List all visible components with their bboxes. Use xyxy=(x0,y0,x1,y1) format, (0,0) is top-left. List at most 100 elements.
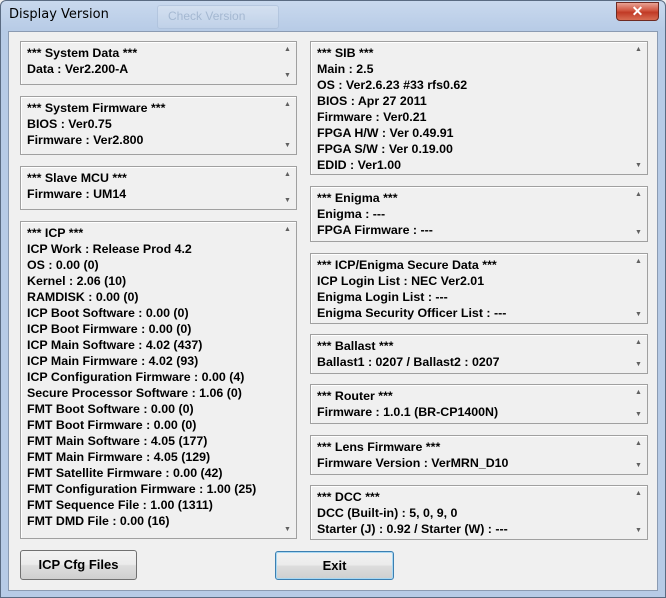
panel-line: Firmware : Ver2.800 xyxy=(27,133,144,147)
exit-button[interactable]: Exit xyxy=(275,551,394,580)
panel-line: FMT Main Software : 4.05 (177) xyxy=(27,434,208,448)
panel-scrollbar[interactable]: ▲ ▼ xyxy=(281,43,295,83)
panel-line: Starter (J) : 0.92 / Starter (W) : --- xyxy=(317,522,508,536)
panel-scrollbar[interactable]: ▲ ▼ xyxy=(632,188,646,240)
panel-line: Enigma Security Officer List : --- xyxy=(317,306,507,320)
display-version-window: Display Version Check Version ✕ *** Syst… xyxy=(0,0,666,598)
panel-line: *** System Firmware *** xyxy=(27,101,166,115)
scroll-down-icon[interactable]: ▼ xyxy=(635,311,642,319)
panel-line: *** System Data *** xyxy=(27,46,138,60)
panel-line: *** Ballast *** xyxy=(317,339,394,353)
panel-line: Kernel : 2.06 (10) xyxy=(27,274,127,288)
panel-text: *** Slave MCU *** Firmware : UM14 xyxy=(27,170,280,202)
panel-scrollbar[interactable]: ▲ ▼ xyxy=(281,98,295,153)
panel-scrollbar[interactable]: ▲ ▼ xyxy=(632,437,646,473)
panel-text: *** Lens Firmware *** Firmware Version : … xyxy=(317,439,631,471)
panel-line: *** DCC *** xyxy=(317,490,380,504)
scroll-down-icon[interactable]: ▼ xyxy=(635,229,642,237)
scroll-down-icon[interactable]: ▼ xyxy=(284,72,291,80)
secure-data-panel[interactable]: *** ICP/Enigma Secure Data *** ICP Login … xyxy=(310,253,648,324)
scroll-up-icon[interactable]: ▲ xyxy=(635,389,642,397)
scroll-down-icon[interactable]: ▼ xyxy=(635,527,642,535)
panel-line: *** ICP/Enigma Secure Data *** xyxy=(317,258,497,272)
panel-line: *** Enigma *** xyxy=(317,191,398,205)
dcc-panel[interactable]: *** DCC *** DCC (Built-in) : 5, 0, 9, 0 St… xyxy=(310,485,648,540)
scroll-up-icon[interactable]: ▲ xyxy=(284,46,291,54)
exit-button-label: Exit xyxy=(322,558,347,573)
background-window-tab-label: Check Version xyxy=(168,9,246,23)
scroll-down-icon[interactable]: ▼ xyxy=(284,526,291,534)
panel-scrollbar[interactable]: ▲ ▼ xyxy=(632,487,646,538)
panel-text: *** Ballast *** Ballast1 : 0207 / Ballast… xyxy=(317,338,631,370)
panel-line: Firmware : UM14 xyxy=(27,187,127,201)
panel-scrollbar[interactable]: ▲ ▼ xyxy=(281,168,295,208)
scroll-up-icon[interactable]: ▲ xyxy=(284,101,291,109)
panel-line: *** Slave MCU *** xyxy=(27,171,127,185)
panel-line: Firmware : Ver0.21 xyxy=(317,110,427,124)
panel-line: ICP Login List : NEC Ver2.01 xyxy=(317,274,485,288)
scroll-down-icon[interactable]: ▼ xyxy=(635,462,642,470)
panel-scrollbar[interactable]: ▲ ▼ xyxy=(281,223,295,537)
router-panel[interactable]: *** Router *** Firmware : 1.0.1 (BR-CP140… xyxy=(310,384,648,424)
scroll-down-icon[interactable]: ▼ xyxy=(635,411,642,419)
panel-line: DCC (Built-in) : 5, 0, 9, 0 xyxy=(317,506,458,520)
close-button[interactable]: ✕ xyxy=(616,2,659,21)
panel-line: Data : Ver2.200-A xyxy=(27,62,129,76)
scroll-down-icon[interactable]: ▼ xyxy=(284,197,291,205)
scroll-up-icon[interactable]: ▲ xyxy=(635,191,642,199)
sib-panel[interactable]: *** SIB *** Main : 2.5 OS : Ver2.6.23 #33 … xyxy=(310,41,648,175)
scroll-up-icon[interactable]: ▲ xyxy=(635,258,642,266)
scroll-up-icon[interactable]: ▲ xyxy=(635,440,642,448)
scroll-down-icon[interactable]: ▼ xyxy=(284,142,291,150)
panel-line: ICP Work : Release Prod 4.2 xyxy=(27,242,192,256)
scroll-up-icon[interactable]: ▲ xyxy=(635,46,642,54)
panel-line: FMT Sequence File : 1.00 (1311) xyxy=(27,498,213,512)
title-bar[interactable]: Display Version Check Version ✕ xyxy=(1,1,665,31)
panel-text: *** System Data *** Data : Ver2.200-A xyxy=(27,45,280,77)
panel-line: ICP Boot Software : 0.00 (0) xyxy=(27,306,189,320)
icp-cfg-files-button[interactable]: ICP Cfg Files xyxy=(20,550,137,580)
window-title: Display Version xyxy=(9,7,109,22)
panel-line: Ballast1 : 0207 / Ballast2 : 0207 xyxy=(317,355,500,369)
enigma-panel[interactable]: *** Enigma *** Enigma : --- FPGA Firmware … xyxy=(310,186,648,242)
background-window-tab: Check Version xyxy=(157,5,279,29)
panel-line: Secure Processor Software : 1.06 (0) xyxy=(27,386,242,400)
lens-firmware-panel[interactable]: *** Lens Firmware *** Firmware Version : … xyxy=(310,435,648,475)
panel-line: BIOS : Apr 27 2011 xyxy=(317,94,427,108)
slave-mcu-panel[interactable]: *** Slave MCU *** Firmware : UM14 ▲ ▼ xyxy=(20,166,297,210)
scroll-up-icon[interactable]: ▲ xyxy=(284,226,291,234)
panel-line: *** SIB *** xyxy=(317,46,374,60)
panel-line: FMT Boot Software : 0.00 (0) xyxy=(27,402,194,416)
scroll-up-icon[interactable]: ▲ xyxy=(635,339,642,347)
icp-cfg-files-button-label: ICP Cfg Files xyxy=(38,557,119,572)
scroll-up-icon[interactable]: ▲ xyxy=(635,490,642,498)
icp-panel[interactable]: *** ICP *** ICP Work : Release Prod 4.2 OS… xyxy=(20,221,297,539)
panel-text: *** Enigma *** Enigma : --- FPGA Firmware … xyxy=(317,190,631,238)
panel-scrollbar[interactable]: ▲ ▼ xyxy=(632,336,646,372)
panel-scrollbar[interactable]: ▲ ▼ xyxy=(632,386,646,422)
ballast-panel[interactable]: *** Ballast *** Ballast1 : 0207 / Ballast… xyxy=(310,334,648,374)
panel-line: Firmware Version : VerMRN_D10 xyxy=(317,456,509,470)
panel-scrollbar[interactable]: ▲ ▼ xyxy=(632,43,646,173)
system-firmware-panel[interactable]: *** System Firmware *** BIOS : Ver0.75 Fir… xyxy=(20,96,297,155)
panel-text: *** Router *** Firmware : 1.0.1 (BR-CP140… xyxy=(317,388,631,420)
panel-scrollbar[interactable]: ▲ ▼ xyxy=(632,255,646,322)
panel-line: ICP Configuration Firmware : 0.00 (4) xyxy=(27,370,245,384)
panel-line: ICP Boot Firmware : 0.00 (0) xyxy=(27,322,192,336)
scroll-down-icon[interactable]: ▼ xyxy=(635,361,642,369)
panel-line: FMT Boot Firmware : 0.00 (0) xyxy=(27,418,197,432)
scroll-down-icon[interactable]: ▼ xyxy=(635,162,642,170)
scroll-up-icon[interactable]: ▲ xyxy=(284,171,291,179)
panel-line: ICP Main Firmware : 4.02 (93) xyxy=(27,354,199,368)
system-data-panel[interactable]: *** System Data *** Data : Ver2.200-A ▲ ▼ xyxy=(20,41,297,85)
panel-line: FMT Satellite Firmware : 0.00 (42) xyxy=(27,466,223,480)
panel-text: *** DCC *** DCC (Built-in) : 5, 0, 9, 0 St… xyxy=(317,489,631,537)
panel-line: OS : Ver2.6.23 #33 rfs0.62 xyxy=(317,78,468,92)
panel-text: *** ICP/Enigma Secure Data *** ICP Login … xyxy=(317,257,631,321)
panel-line: *** Router *** xyxy=(317,389,393,403)
panel-line: FMT DMD File : 0.00 (16) xyxy=(27,514,170,528)
panel-line: FPGA Firmware : --- xyxy=(317,223,433,237)
panel-line: RAMDISK : 0.00 (0) xyxy=(27,290,139,304)
dialog-client-area: *** System Data *** Data : Ver2.200-A ▲ ▼… xyxy=(8,31,658,591)
panel-line: Main : 2.5 xyxy=(317,62,374,76)
